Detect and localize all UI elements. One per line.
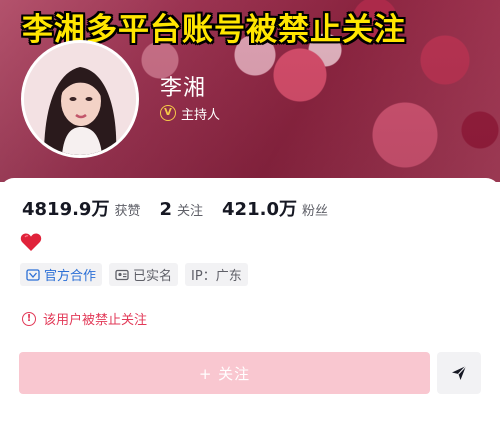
verified-v-icon: V <box>160 105 176 121</box>
profile-name: 李湘 <box>160 76 207 101</box>
tag-row: 官方合作 已实名 IP：广东 <box>20 263 255 286</box>
ban-notice: ! 该用户被禁止关注 <box>22 309 147 328</box>
stat-followers-label: 粉丝 <box>301 204 328 219</box>
stat-following-label: 关注 <box>177 204 204 219</box>
stat-following[interactable]: 2 关注 <box>159 199 203 220</box>
tag-official-text: 官方合作 <box>44 269 97 284</box>
avatar[interactable] <box>21 40 139 158</box>
avatar-portrait <box>24 43 136 155</box>
id-card-icon <box>115 269 129 280</box>
warning-icon: ! <box>22 311 36 326</box>
follow-button-label: + 关注 <box>198 364 251 383</box>
stats-row: 4819.9万 获赞 2 关注 421.0万 粉丝 <box>22 195 328 221</box>
tag-real-name: 已实名 <box>109 263 179 286</box>
verified-label: 主持人 <box>181 107 221 123</box>
send-arrow-icon <box>452 365 467 380</box>
share-button[interactable] <box>437 352 481 394</box>
tag-ip-location: IP：广东 <box>185 263 248 286</box>
tag-ip-text: IP：广东 <box>191 269 242 284</box>
handshake-icon <box>26 268 40 281</box>
red-heart-icon <box>20 233 42 251</box>
stat-likes[interactable]: 4819.9万 获赞 <box>22 195 140 221</box>
stat-likes-value: 4819.9万 <box>22 199 110 220</box>
follow-button[interactable]: + 关注 <box>19 352 430 394</box>
verified-badge: V 主持人 <box>160 103 220 123</box>
stat-likes-label: 获赞 <box>114 204 141 219</box>
ban-notice-text: 该用户被禁止关注 <box>43 313 148 328</box>
stat-followers[interactable]: 421.0万 粉丝 <box>222 195 328 221</box>
tag-real-name-text: 已实名 <box>133 269 173 284</box>
tag-official-cooperation[interactable]: 官方合作 <box>20 263 103 286</box>
stat-following-value: 2 <box>159 199 173 220</box>
stat-followers-value: 421.0万 <box>222 199 297 220</box>
